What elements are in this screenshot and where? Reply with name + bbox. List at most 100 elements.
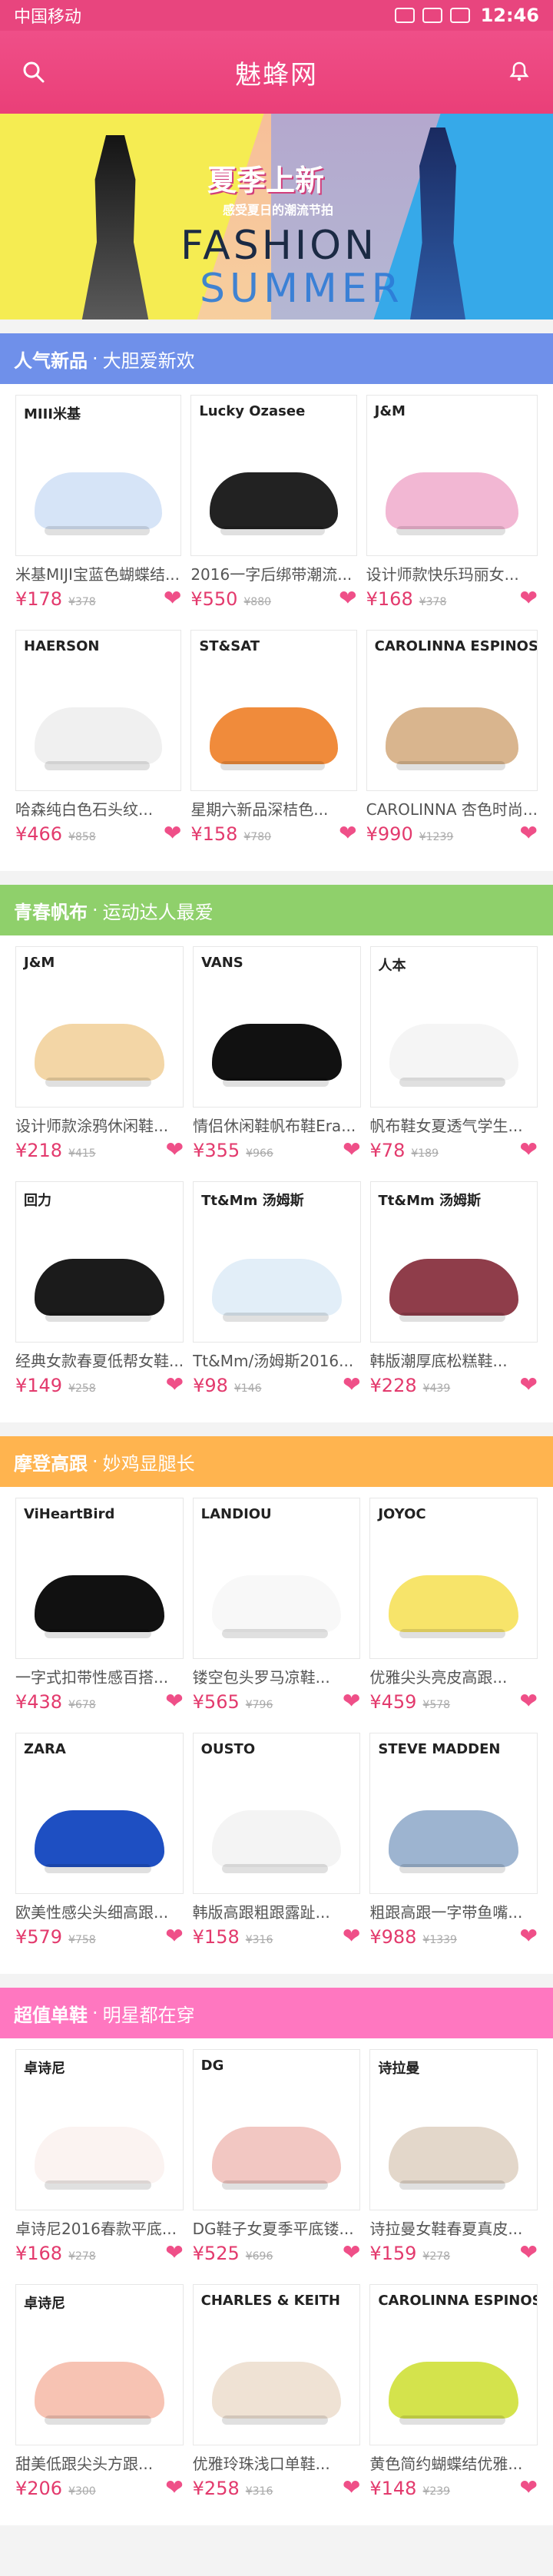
product-name[interactable]: 优雅玲珠浅口单鞋... [193, 2452, 361, 2474]
heart-icon[interactable]: ❤ [164, 588, 181, 609]
product-card[interactable]: STEVE MADDEN 粗跟高跟一字带鱼嘴... ¥988 ¥1339 ❤ [369, 1733, 538, 1968]
product-card[interactable]: CAROLINNA ESPINOSA CAROLINNA 杏色时尚... ¥990 ¥… [366, 630, 538, 865]
product-card[interactable]: JOYOC 优雅尖头亮皮高跟... ¥459 ¥578 ❤ [369, 1498, 538, 1733]
product-card[interactable]: HAERSON 哈森纯白色石头纹... ¥466 ¥858 ❤ [15, 630, 182, 865]
heart-icon[interactable]: ❤ [343, 2242, 360, 2263]
heart-icon[interactable]: ❤ [520, 823, 538, 844]
heart-icon[interactable]: ❤ [343, 1374, 360, 1396]
product-name[interactable]: 黄色简约蝴蝶结优雅... [369, 2452, 538, 2474]
product-image[interactable]: STEVE MADDEN [369, 1733, 538, 1894]
heart-icon[interactable]: ❤ [343, 1925, 360, 1947]
product-image[interactable]: Tt&Mm 汤姆斯 [369, 1181, 538, 1343]
product-card[interactable]: CHARLES & KEITH 优雅玲珠浅口单鞋... ¥258 ¥316 ❤ [192, 2284, 361, 2519]
product-card[interactable]: OUSTO 韩版高跟粗跟露趾... ¥158 ¥316 ❤ [192, 1733, 361, 1968]
price-row: ¥550 ¥880 ❤ [190, 588, 356, 611]
product-card[interactable]: ZARA 欧美性感尖头细高跟... ¥579 ¥758 ❤ [15, 1733, 184, 1968]
product-image[interactable]: J&M [15, 946, 184, 1108]
heart-icon[interactable]: ❤ [343, 1690, 360, 1712]
product-name[interactable]: 2016一字后绑带潮流... [190, 562, 356, 584]
heart-icon[interactable]: ❤ [520, 1139, 538, 1161]
product-name[interactable]: 一字式扣带性感百搭... [15, 1665, 184, 1687]
product-name[interactable]: 卓诗尼2016春款平底... [15, 2217, 184, 2239]
product-image[interactable]: VANS [193, 946, 361, 1108]
product-name[interactable]: 欧美性感尖头细高跟... [15, 1900, 184, 1922]
product-card[interactable]: ST&SAT 星期六新品深桔色... ¥158 ¥780 ❤ [190, 630, 357, 865]
product-card[interactable]: LANDIOU 镂空包头罗马凉鞋... ¥565 ¥796 ❤ [192, 1498, 361, 1733]
heart-icon[interactable]: ❤ [520, 1925, 538, 1947]
product-card[interactable]: Lucky Ozasee 2016一字后绑带潮流... ¥550 ¥880 ❤ [190, 395, 357, 630]
product-card[interactable]: VANS 情侣休闲鞋帆布鞋Era... ¥355 ¥966 ❤ [193, 946, 361, 1181]
heart-icon[interactable]: ❤ [520, 1374, 538, 1396]
product-card[interactable]: ViHeartBird 一字式扣带性感百搭... ¥438 ¥678 ❤ [15, 1498, 184, 1733]
product-image[interactable]: ViHeartBird [15, 1498, 184, 1659]
product-name[interactable]: 韩版潮厚底松糕鞋... [370, 1349, 538, 1371]
product-image[interactable]: CHARLES & KEITH [192, 2284, 361, 2445]
product-image[interactable]: 卓诗尼 [15, 2284, 184, 2445]
product-card[interactable]: Tt&Mm 汤姆斯 Tt&Mm/汤姆斯2016... ¥98 ¥146 ❤ [193, 1181, 361, 1416]
product-name[interactable]: 米基MIJI宝蓝色蝴蝶结... [15, 562, 181, 584]
product-image[interactable]: DG [192, 2049, 361, 2210]
product-image[interactable]: ZARA [15, 1733, 184, 1894]
product-name[interactable]: 情侣休闲鞋帆布鞋Era... [193, 1114, 360, 1136]
product-image[interactable]: Tt&Mm 汤姆斯 [193, 1181, 361, 1343]
product-image[interactable]: 回力 [15, 1181, 184, 1343]
product-name[interactable]: 星期六新品深桔色... [190, 797, 356, 819]
product-card[interactable]: CAROLINNA ESPINOSA 黄色简约蝴蝶结优雅... ¥148 ¥239 ❤ [369, 2284, 538, 2519]
product-card[interactable]: 诗拉曼 诗拉曼女鞋春夏真皮... ¥159 ¥278 ❤ [369, 2049, 538, 2284]
product-name[interactable]: 经典女款春夏低帮女鞋... [15, 1349, 184, 1371]
heart-icon[interactable]: ❤ [520, 588, 538, 609]
heart-icon[interactable]: ❤ [520, 2477, 538, 2498]
product-card[interactable]: J&M 设计师款快乐玛丽女... ¥168 ¥378 ❤ [366, 395, 538, 630]
heart-icon[interactable]: ❤ [166, 1374, 184, 1396]
product-name[interactable]: 帆布鞋女夏透气学生... [370, 1114, 538, 1136]
product-name[interactable]: 诗拉曼女鞋春夏真皮... [369, 2217, 538, 2239]
product-card[interactable]: 回力 经典女款春夏低帮女鞋... ¥149 ¥258 ❤ [15, 1181, 184, 1416]
heart-icon[interactable]: ❤ [343, 2477, 360, 2498]
product-image[interactable]: CAROLINNA ESPINOSA [369, 2284, 538, 2445]
heart-icon[interactable]: ❤ [165, 2477, 183, 2498]
product-card[interactable]: 卓诗尼 卓诗尼2016春款平底... ¥168 ¥278 ❤ [15, 2049, 184, 2284]
heart-icon[interactable]: ❤ [520, 1690, 538, 1712]
heart-icon[interactable]: ❤ [166, 1139, 184, 1161]
product-image[interactable]: 卓诗尼 [15, 2049, 184, 2210]
heart-icon[interactable]: ❤ [339, 823, 356, 844]
product-card[interactable]: 卓诗尼 甜美低跟尖头方跟... ¥206 ¥300 ❤ [15, 2284, 184, 2519]
heart-icon[interactable]: ❤ [165, 1690, 183, 1712]
product-name[interactable]: 镂空包头罗马凉鞋... [193, 1665, 361, 1687]
product-card[interactable]: J&M 设计师款涂鸦休闲鞋... ¥218 ¥415 ❤ [15, 946, 184, 1181]
product-image[interactable]: HAERSON [15, 630, 182, 791]
product-name[interactable]: DG鞋子女夏季平底镂... [193, 2217, 361, 2239]
product-name[interactable]: 哈森纯白色石头纹... [15, 797, 181, 819]
product-name[interactable]: 韩版高跟粗跟露趾... [193, 1900, 361, 1922]
product-name[interactable]: 设计师款涂鸦休闲鞋... [15, 1114, 184, 1136]
heart-icon[interactable]: ❤ [165, 1925, 183, 1947]
search-icon[interactable] [17, 55, 51, 89]
price-row: ¥218 ¥415 ❤ [15, 1139, 184, 1162]
product-image[interactable]: LANDIOU [192, 1498, 361, 1659]
product-card[interactable]: DG DG鞋子女夏季平底镂... ¥525 ¥696 ❤ [192, 2049, 361, 2284]
product-image[interactable]: JOYOC [369, 1498, 538, 1659]
bell-icon[interactable] [502, 55, 536, 89]
product-image[interactable]: J&M [366, 395, 538, 556]
product-image[interactable]: OUSTO [192, 1733, 361, 1894]
heart-icon[interactable]: ❤ [164, 823, 181, 844]
product-card[interactable]: 人本 帆布鞋女夏透气学生... ¥78 ¥189 ❤ [369, 946, 538, 1181]
product-name[interactable]: 粗跟高跟一字带鱼嘴... [369, 1900, 538, 1922]
product-card[interactable]: MIII米基 米基MIJI宝蓝色蝴蝶结... ¥178 ¥378 ❤ [15, 395, 182, 630]
product-image[interactable]: 人本 [369, 946, 538, 1108]
product-image[interactable]: MIII米基 [15, 395, 182, 556]
product-card[interactable]: Tt&Mm 汤姆斯 韩版潮厚底松糕鞋... ¥228 ¥439 ❤ [369, 1181, 538, 1416]
product-name[interactable]: 甜美低跟尖头方跟... [15, 2452, 184, 2474]
product-name[interactable]: CAROLINNA 杏色时尚... [366, 797, 538, 819]
product-image[interactable]: ST&SAT [190, 630, 357, 791]
product-name[interactable]: 优雅尖头亮皮高跟... [369, 1665, 538, 1687]
product-name[interactable]: 设计师款快乐玛丽女... [366, 562, 538, 584]
heart-icon[interactable]: ❤ [520, 2242, 538, 2263]
product-image[interactable]: CAROLINNA ESPINOSA [366, 630, 538, 791]
product-image[interactable]: Lucky Ozasee [190, 395, 357, 556]
heart-icon[interactable]: ❤ [339, 588, 356, 609]
heart-icon[interactable]: ❤ [165, 2242, 183, 2263]
product-name[interactable]: Tt&Mm/汤姆斯2016... [193, 1349, 360, 1371]
product-image[interactable]: 诗拉曼 [369, 2049, 538, 2210]
heart-icon[interactable]: ❤ [343, 1139, 360, 1161]
